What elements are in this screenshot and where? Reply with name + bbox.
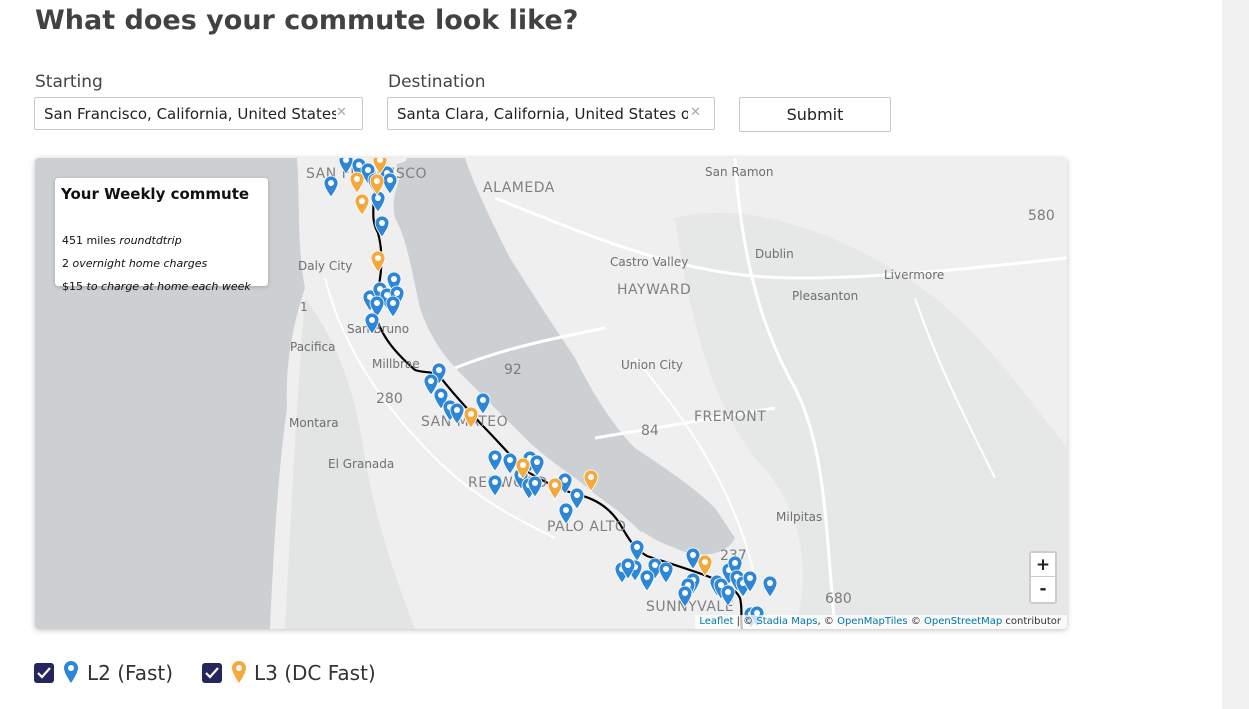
- l2-charger-pin-icon[interactable]: [487, 449, 503, 472]
- l3-charger-pin-icon[interactable]: [463, 406, 479, 429]
- l2-charger-pin-icon[interactable]: [620, 557, 636, 580]
- l2-pin-icon: [64, 661, 78, 683]
- miles-suffix: roundtdtrip: [119, 234, 182, 247]
- attribution-mid1: , ©: [817, 616, 834, 627]
- stadia-link[interactable]: Stadia Maps: [756, 616, 817, 627]
- info-box-charges: 2 overnight home charges: [62, 257, 207, 270]
- zoom-control: + -: [1029, 551, 1057, 604]
- clear-destination-icon[interactable]: ✕: [690, 105, 701, 120]
- l3-charger-pin-icon[interactable]: [547, 477, 563, 500]
- map-label-alameda: ALAMEDA: [483, 180, 555, 196]
- l3-label: L3 (DC Fast): [254, 661, 376, 685]
- zoom-in-button[interactable]: +: [1031, 553, 1055, 577]
- l2-charger-pin-icon[interactable]: [720, 584, 736, 607]
- starting-label: Starting: [35, 72, 103, 92]
- map-label-hayward: HAYWARD: [617, 282, 692, 298]
- submit-button[interactable]: Submit: [739, 97, 891, 132]
- l3-charger-pin-icon[interactable]: [583, 469, 599, 492]
- openmaptiles-link[interactable]: OpenMapTiles: [837, 616, 908, 627]
- map-attribution: Leaflet | © Stadia Maps, © OpenMapTiles …: [695, 615, 1067, 629]
- map-label-castro-valley: Castro Valley: [610, 255, 689, 269]
- l2-charger-pin-icon[interactable]: [742, 570, 758, 593]
- destination-input[interactable]: [387, 97, 715, 130]
- charges-value: 2: [62, 257, 69, 270]
- map-label-union-city: Union City: [621, 358, 684, 372]
- map-label-pacifica: Pacifica: [290, 340, 336, 354]
- map-label-route-1: 1: [300, 300, 308, 314]
- map-label-dublin: Dublin: [755, 247, 794, 261]
- zoom-out-button[interactable]: -: [1031, 577, 1055, 601]
- info-box-title: Your Weekly commute: [61, 185, 250, 203]
- l2-charger-pin-icon[interactable]: [677, 585, 693, 608]
- map-label-livermore: Livermore: [884, 268, 945, 282]
- l2-charger-pin-icon[interactable]: [374, 215, 390, 238]
- l3-pin-icon: [232, 661, 246, 683]
- clear-starting-icon[interactable]: ✕: [336, 105, 347, 120]
- l2-charger-pin-icon[interactable]: [529, 454, 545, 477]
- map-label-millbrae: Millbrae: [372, 357, 420, 371]
- l3-charger-pin-icon[interactable]: [354, 193, 370, 216]
- commute-map[interactable]: SAN FRANCISCO ALAMEDA San Ramon 580 Dubl…: [35, 158, 1067, 629]
- l2-charger-pin-icon[interactable]: [639, 569, 655, 592]
- right-scroll-gutter: [1222, 0, 1249, 709]
- l3-checkbox[interactable]: [202, 663, 222, 683]
- attribution-sep: | ©: [736, 616, 754, 627]
- attribution-mid2: ©: [910, 616, 921, 627]
- leaflet-link[interactable]: Leaflet: [699, 616, 733, 627]
- map-label-montara: Montara: [289, 416, 339, 430]
- l3-charger-pin-icon[interactable]: [370, 250, 386, 273]
- map-label-milpitas: Milpitas: [776, 510, 823, 524]
- l2-charger-pin-icon[interactable]: [487, 474, 503, 497]
- l2-charger-pin-icon[interactable]: [658, 561, 674, 584]
- map-label-san-ramon: San Ramon: [705, 165, 774, 179]
- l2-charger-pin-icon[interactable]: [762, 575, 778, 598]
- l2-label: L2 (Fast): [87, 661, 174, 685]
- l3-charger-pin-icon[interactable]: [349, 171, 365, 194]
- map-label-580: 580: [1028, 208, 1055, 224]
- attribution-tail: contributor: [1005, 616, 1061, 627]
- map-label-680: 680: [825, 591, 852, 607]
- l2-charger-pin-icon[interactable]: [323, 175, 339, 198]
- map-label-280: 280: [376, 391, 403, 407]
- weekly-commute-info-box: Your Weekly commute 451 miles roundtdtri…: [55, 178, 268, 293]
- map-label-92: 92: [504, 362, 522, 378]
- map-label-84: 84: [641, 423, 659, 439]
- map-label-daly-city: Daly City: [298, 259, 353, 273]
- map-label-fremont: FREMONT: [694, 409, 767, 425]
- cost-value: $15: [62, 280, 83, 293]
- map-label-pleasanton: Pleasanton: [792, 289, 859, 303]
- l3-charger-pin-icon[interactable]: [697, 554, 713, 577]
- l3-charger-pin-icon[interactable]: [369, 173, 385, 196]
- map-label-el-granada: El Granada: [328, 457, 395, 471]
- destination-label: Destination: [388, 72, 486, 92]
- miles-value: 451 miles: [62, 234, 116, 247]
- starting-input[interactable]: [34, 97, 363, 130]
- l3-charger-pin-icon[interactable]: [515, 457, 531, 480]
- legend-l3[interactable]: L3 (DC Fast): [202, 660, 402, 686]
- l3-charger-pin-icon[interactable]: [372, 158, 388, 175]
- l2-charger-pin-icon[interactable]: [558, 502, 574, 525]
- l2-checkbox[interactable]: [34, 663, 54, 683]
- info-box-miles: 451 miles roundtdtrip: [62, 234, 182, 247]
- info-box-cost: $15 to charge at home each week: [62, 280, 251, 293]
- charges-suffix: overnight home charges: [72, 257, 208, 270]
- page-title: What does your commute look like?: [35, 5, 579, 36]
- l2-charger-pin-icon[interactable]: [385, 295, 401, 318]
- openstreetmap-link[interactable]: OpenStreetMap: [924, 616, 1002, 627]
- cost-suffix: to charge at home each week: [86, 280, 251, 293]
- l2-charger-pin-icon[interactable]: [364, 312, 380, 335]
